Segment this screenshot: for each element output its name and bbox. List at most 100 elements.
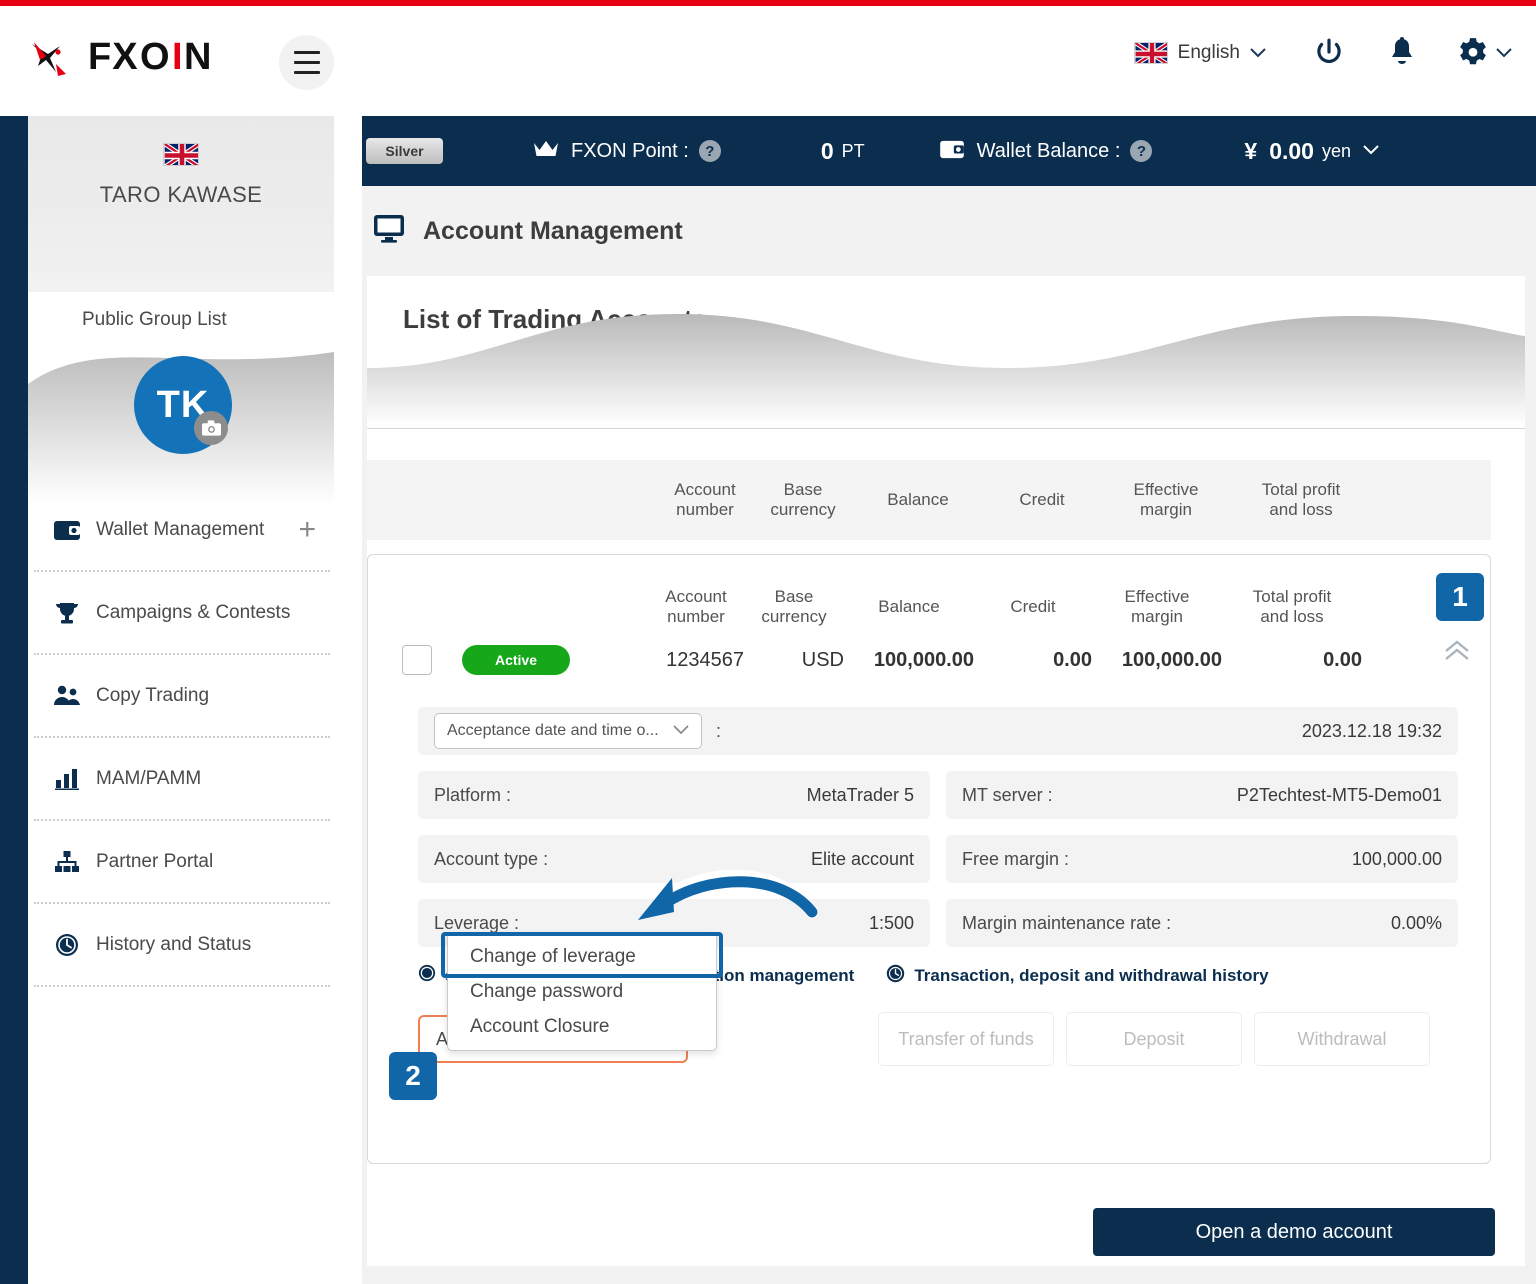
withdrawal-button[interactable]: Withdrawal [1254,1012,1430,1066]
column-header-total-profit-loss: Total profit and loss [1252,587,1332,626]
crown-icon [533,139,559,164]
row-select-checkbox[interactable] [402,645,432,675]
open-demo-account-button[interactable]: Open a demo account [1093,1208,1495,1256]
gear-icon [1460,38,1486,65]
plus-icon[interactable]: + [298,513,316,547]
table-header: Account number Base currency Balance Credi… [367,460,1491,540]
trading-accounts-panel: List of Trading Accounts Account number B… [367,276,1525,1266]
bar-chart-icon [50,768,84,790]
column-header-account-number: Account number [665,587,727,626]
chevron-double-up-icon[interactable] [1442,639,1472,667]
detail-separator: : [716,720,722,741]
cell-account-number: 1234567 [666,648,744,671]
column-header-balance: Balance [887,490,949,510]
camera-icon [201,420,221,436]
detail-cell-platform: Platform : MetaTrader 5 [418,771,930,819]
sidebar-item-label: Campaigns & Contests [96,601,291,623]
margin-rate-value: 0.00% [1390,912,1442,933]
hamburger-icon-line [293,71,320,74]
cell-base-currency: USD [801,648,844,671]
language-label: English [1177,42,1240,63]
sidebar-item-campaigns-contests[interactable]: Campaigns & Contests [28,572,334,653]
monitor-icon [373,214,405,249]
fxon-point-group: FXON Point : ? [533,139,721,164]
header-actions: English [1133,36,1518,70]
wallet-balance-value: 0.00 [1269,137,1314,164]
fxon-logo[interactable]: FX O I N [26,34,238,86]
column-header-base-currency: Base currency [770,480,836,519]
sidebar-item-label: MAM/PAMM [96,767,202,789]
trophy-icon [50,601,84,625]
acceptance-date-value: 2023.12.18 19:32 [1301,720,1442,741]
app-header: FX O I N English [0,6,1536,116]
sidebar-item-label: Copy Trading [96,684,210,706]
sidebar-item-partner-portal[interactable]: Partner Portal [28,821,334,902]
settings-button[interactable] [1456,36,1512,70]
account-card: Account number Base currency Balance Credi… [367,554,1491,1164]
link-transaction-deposit-withdrawal-history[interactable]: Transaction, deposit and withdrawal hist… [886,964,1269,988]
acceptance-date-select[interactable]: Acceptance date and time o... [434,713,702,749]
help-icon[interactable]: ? [1130,140,1153,162]
account-action-buttons: Transfer of funds Deposit Withdrawal [878,1012,1430,1066]
detail-cell-account-type: Account type : Elite account [418,835,930,883]
bell-icon [1392,37,1412,64]
margin-rate-label: Margin maintenance rate : [962,912,1172,933]
account-type-label: Account type : [434,848,549,869]
sidebar-accent-rail [0,116,28,1284]
account-card-column-headers: Account number Base currency Balance Credi… [368,577,1492,637]
fxon-logo-mark [26,34,78,86]
history-icon [418,964,436,987]
sidebar-item-mam-pamm[interactable]: MAM/PAMM [28,738,334,819]
column-header-effective-margin: Effective margin [1133,480,1199,519]
breadcrumb: Account Management [345,186,1536,276]
detail-row-platform-server: Platform : MetaTrader 5 MT server : P2Te… [418,771,1458,819]
sidebar-item-history-and-status[interactable]: History and Status [28,904,334,985]
table-row: Active 1234567 USD 100,000.00 0.00 100,0… [368,637,1492,683]
wallet-balance-label: Wallet Balance : [976,139,1121,162]
help-icon[interactable]: ? [698,140,721,162]
menu-item-change-password[interactable]: Change password [448,974,716,1009]
fxon-point-value: 0 [820,137,834,164]
org-chart-icon [50,850,84,873]
cell-effective-margin: 100,000.00 [1121,648,1222,671]
main-content: Account Management List of Trading Accou… [345,186,1536,1284]
detail-row-acceptance-date: Acceptance date and time o... : 2023.12.… [418,707,1458,755]
wallet-balance-value-group[interactable]: ¥ 0.00 yen [1244,138,1379,165]
users-icon [50,685,84,707]
user-name: TARO KAWASE [99,182,263,207]
hamburger-menu-button[interactable] [279,35,334,90]
sidebar-divider [34,985,330,987]
notifications-button[interactable] [1386,36,1418,70]
mt-server-value: P2Techtest-MT5-Demo01 [1236,784,1442,805]
power-button[interactable] [1312,36,1346,70]
page-title: Account Management [423,216,683,245]
menu-item-account-closure[interactable]: Account Closure [448,1009,716,1044]
wallet-icon [939,139,965,164]
menu-item-change-of-leverage[interactable]: Change of leverage [448,939,716,974]
column-header-credit: Credit [1010,597,1056,617]
fxon-point-value-group: 0 PT [821,138,865,165]
sidebar-item-label: Partner Portal [96,850,214,872]
uk-flag-icon [163,143,199,166]
annotation-marker-1: 1 [1436,573,1484,621]
platform-value: MetaTrader 5 [806,784,914,805]
sidebar-item-label: Wallet Management [96,518,265,540]
free-margin-value: 100,000.00 [1351,848,1442,869]
sidebar-item-copy-trading[interactable]: Copy Trading [28,655,334,736]
hamburger-icon-line [293,61,320,64]
detail-cell-margin-maintenance-rate: Margin maintenance rate : 0.00% [946,899,1458,947]
detail-row-account-type-free-margin: Account type : Elite account Free margin… [418,835,1458,883]
sidebar-item-wallet-management[interactable]: Wallet Management + [28,489,334,570]
deposit-button[interactable]: Deposit [1066,1012,1242,1066]
column-header-total-profit-loss: Total profit and loss [1261,480,1341,519]
language-selector[interactable]: English [1133,42,1266,64]
avatar-camera-button[interactable] [194,411,228,445]
fxon-point-unit: PT [841,140,865,161]
svg-text:I: I [172,37,184,78]
sidebar-item-public-group-list[interactable]: Public Group List [28,292,334,348]
detail-cell-free-margin: Free margin : 100,000.00 [946,835,1458,883]
panel-divider [367,428,1525,429]
annotation-marker-2: 2 [389,1052,437,1100]
sidebar: TARO KAWASE TK Public Group List Create/… [0,116,362,1284]
transfer-of-funds-button[interactable]: Transfer of funds [878,1012,1054,1066]
